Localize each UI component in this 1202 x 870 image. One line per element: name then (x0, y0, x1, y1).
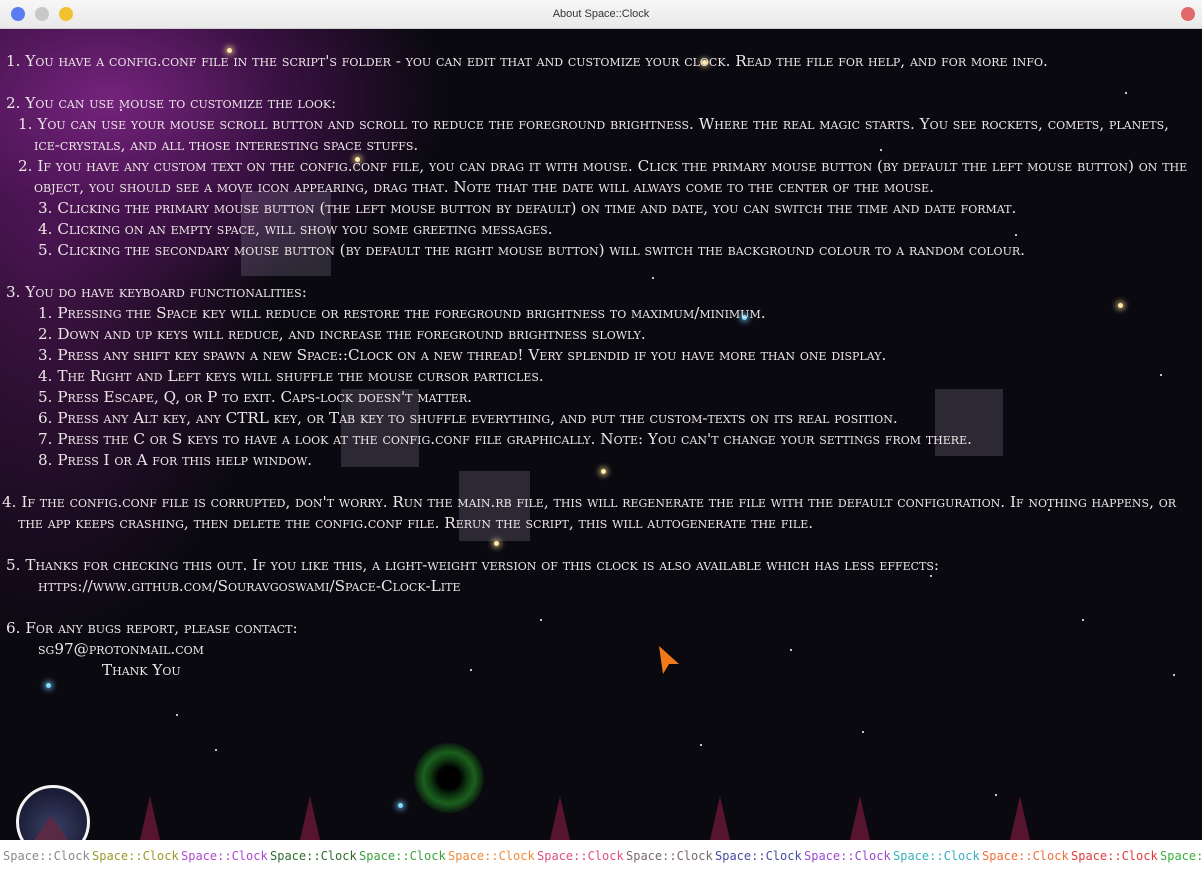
crystal (140, 796, 160, 840)
help-line: 7. Press the C or S keys to have a look … (38, 430, 972, 448)
help-line: 2. You can use mouse to customize the lo… (6, 94, 337, 112)
footer-item: Space::Clock (804, 849, 891, 863)
star (995, 794, 997, 796)
help-text: 1. You have a config.conf file in the sc… (2, 51, 1196, 681)
crystal (850, 796, 870, 840)
star (398, 803, 403, 808)
about-window: About Space::Clock 1. You have a config.… (0, 0, 1202, 870)
title-bar: About Space::Clock (0, 0, 1202, 29)
black-hole-icon (414, 743, 484, 813)
help-line: 5. Clicking the secondary mouse button (… (38, 241, 1025, 259)
help-line: 1. You have a config.conf file in the sc… (6, 52, 1048, 70)
thank-you-text: Thank You (102, 661, 181, 679)
contact-email[interactable]: sg97@protonmail.com (6, 639, 1196, 660)
star (862, 731, 864, 733)
footer-item: Space::Clock (181, 849, 268, 863)
footer-item: Space::Clock (982, 849, 1069, 863)
help-line: 3. You do have keyboard functionalities: (6, 283, 307, 301)
footer-item: Space::Clock (626, 849, 713, 863)
footer-item: Space::Clock (1071, 849, 1158, 863)
footer-item: Space::Clock (92, 849, 179, 863)
footer-item: Space::Clock (270, 849, 357, 863)
space-canvas[interactable]: 1. You have a config.conf file in the sc… (0, 29, 1202, 840)
star (46, 683, 51, 688)
close-button[interactable] (1181, 7, 1195, 21)
help-line: 1. You can use your mouse scroll button … (18, 115, 1169, 154)
footer-item: Space:: (1160, 849, 1202, 863)
help-line: 3. Clicking the primary mouse button (th… (38, 199, 1017, 217)
moon-icon (16, 785, 90, 840)
footer-item: Space::Clock (3, 849, 90, 863)
star (176, 714, 178, 716)
help-line: 2. If you have any custom text on the co… (18, 157, 1188, 196)
help-line: 1. Pressing the Space key will reduce or… (38, 304, 766, 322)
help-line: 6. For any bugs report, please contact: (6, 619, 298, 637)
help-line: 2. Down and up keys will reduce, and inc… (38, 325, 646, 343)
help-line: 3. Press any shift key spawn a new Space… (38, 346, 887, 364)
footer-item: Space::Clock (537, 849, 624, 863)
star (215, 749, 217, 751)
window-title: About Space::Clock (552, 8, 650, 20)
footer-marquee: Space::Clock Space::Clock Space::Clock Spac… (0, 840, 1202, 870)
github-link[interactable]: https://www.github.com/Souravgoswami/Spa… (6, 576, 1196, 597)
help-line: 6. Press any Alt key, any CTRL key, or T… (38, 409, 898, 427)
footer-item: Space::Clock (448, 849, 535, 863)
crystal (550, 796, 570, 840)
help-line: 4. If the config.conf file is corrupted,… (2, 493, 1177, 532)
help-line: 4. Clicking on an empty space, will show… (38, 220, 553, 238)
crystal (1010, 796, 1030, 840)
crystal (710, 796, 730, 840)
footer-item: Space::Clock (893, 849, 980, 863)
star (700, 744, 702, 746)
crystal (300, 796, 320, 840)
help-line: 4. The Right and Left keys will shuffle … (38, 367, 544, 385)
help-line: 8. Press I or A for this help window. (38, 451, 313, 469)
footer-item: Space::Clock (715, 849, 802, 863)
help-line: 5. Thanks for checking this out. If you … (6, 556, 940, 574)
footer-item: Space::Clock (359, 849, 446, 863)
help-line: 5. Press Escape, Q, or P to exit. Caps-l… (38, 388, 472, 406)
